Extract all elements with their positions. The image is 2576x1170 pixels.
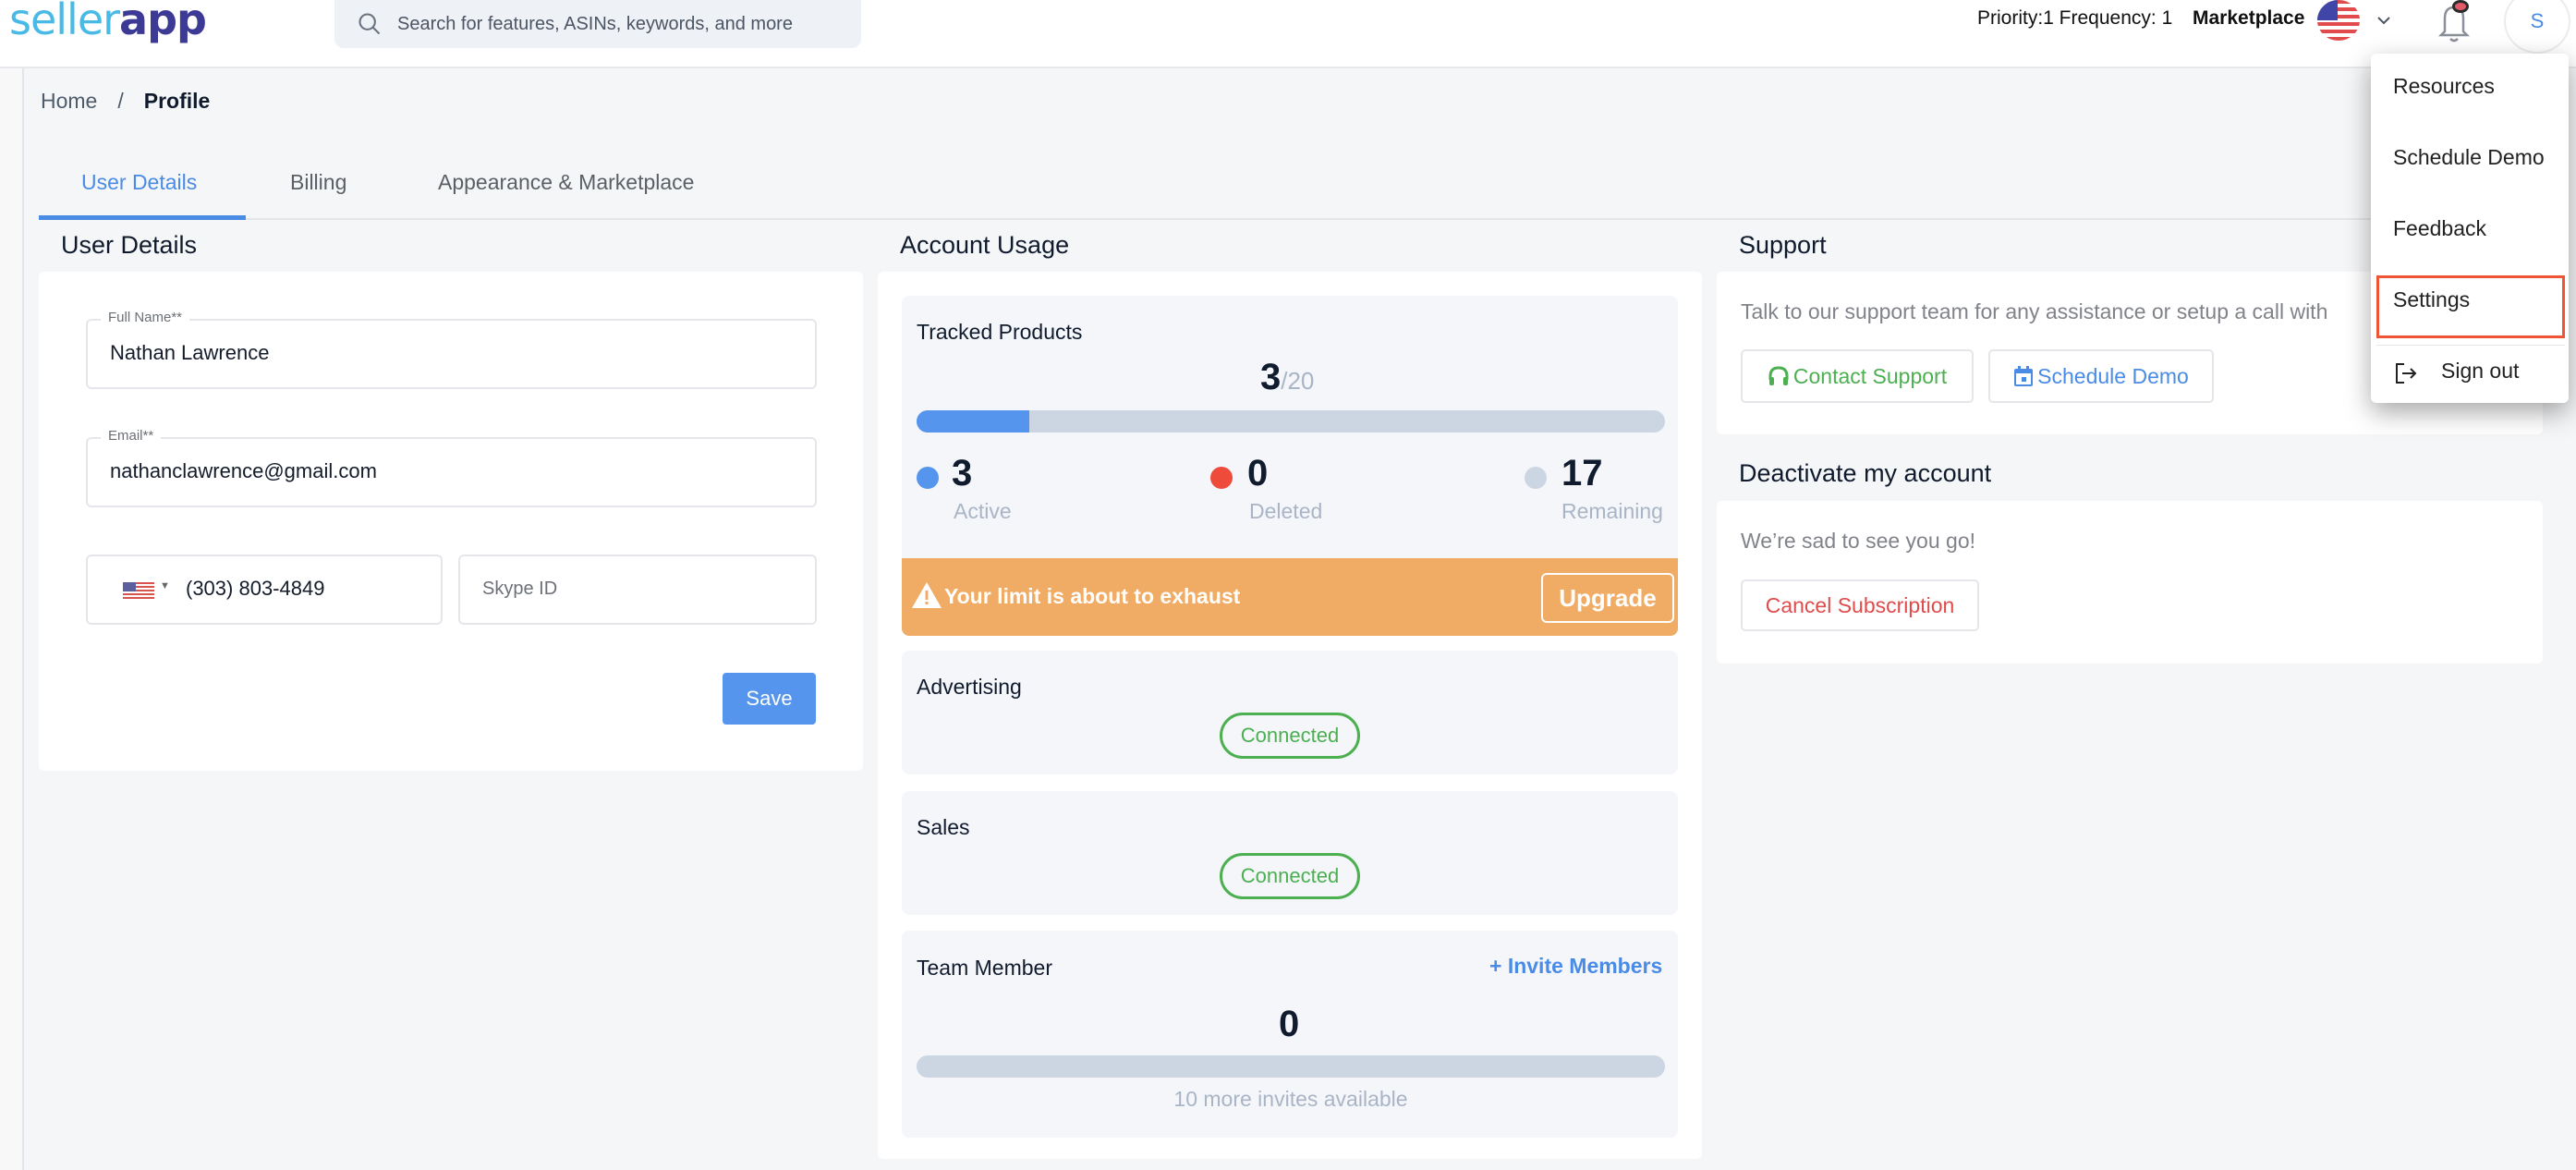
us-flag-icon[interactable] bbox=[2317, 0, 2360, 41]
marketplace-label: Marketplace bbox=[2193, 7, 2305, 29]
active-label: Active bbox=[954, 499, 1012, 523]
menu-item-sign-out[interactable]: Sign out bbox=[2441, 359, 2519, 384]
tab-appearance-marketplace[interactable]: Appearance & Marketplace bbox=[438, 170, 694, 220]
calendar-icon bbox=[2014, 366, 2034, 386]
limit-warning-text: Your limit is about to exhaust bbox=[944, 584, 1241, 608]
full-name-value: Nathan Lawrence bbox=[110, 341, 270, 364]
deleted-dot bbox=[1210, 467, 1233, 489]
email-field[interactable]: Email** nathanclawrence@gmail.com bbox=[86, 428, 817, 507]
account-usage-title: Account Usage bbox=[900, 231, 1070, 259]
advertising-status-badge: Connected bbox=[1220, 713, 1360, 759]
breadcrumb: Home / Profile bbox=[41, 89, 210, 114]
invite-members-link[interactable]: + Invite Members bbox=[1489, 954, 1662, 979]
deleted-label: Deleted bbox=[1249, 499, 1323, 523]
upgrade-button[interactable]: Upgrade bbox=[1541, 573, 1674, 623]
top-bar: sellerapp Search for features, ASINs, ke… bbox=[0, 0, 2576, 68]
sellerapp-logo[interactable]: sellerapp bbox=[9, 0, 207, 44]
tab-billing[interactable]: Billing bbox=[290, 170, 346, 220]
sign-out-icon bbox=[2396, 363, 2417, 384]
tracked-products-count: 3/20 bbox=[1260, 357, 1315, 397]
sales-status-badge: Connected bbox=[1220, 853, 1360, 899]
invites-available-text: 10 more invites available bbox=[1173, 1087, 1408, 1111]
tracked-products-progress bbox=[917, 410, 1665, 433]
active-count: 3 bbox=[952, 453, 973, 494]
menu-item-settings[interactable]: Settings bbox=[2393, 287, 2470, 312]
email-value: nathanclawrence@gmail.com bbox=[110, 459, 377, 482]
us-flag-icon[interactable] bbox=[123, 582, 154, 601]
search-input[interactable]: Search for features, ASINs, keywords, an… bbox=[334, 0, 861, 48]
deleted-count: 0 bbox=[1247, 453, 1269, 494]
skype-id-input[interactable]: Skype ID bbox=[458, 555, 817, 625]
user-menu-dropdown: Resources Schedule Demo Feedback Setting… bbox=[2371, 54, 2569, 403]
left-gutter bbox=[0, 68, 22, 1170]
menu-divider bbox=[2376, 345, 2565, 346]
deactivate-description: We’re sad to see you go! bbox=[1741, 529, 1975, 553]
cancel-subscription-button[interactable]: Cancel Subscription bbox=[1741, 579, 1979, 631]
schedule-demo-button[interactable]: Schedule Demo bbox=[1988, 349, 2214, 403]
profile-tabs: User Details Billing Appearance & Market… bbox=[39, 163, 2552, 220]
advertising-title: Advertising bbox=[917, 675, 1022, 699]
save-button[interactable]: Save bbox=[723, 673, 816, 725]
search-icon bbox=[358, 13, 381, 35]
menu-item-feedback[interactable]: Feedback bbox=[2393, 216, 2486, 241]
warning-icon bbox=[912, 582, 942, 608]
skype-id-placeholder: Skype ID bbox=[482, 579, 558, 599]
headset-icon bbox=[1768, 366, 1789, 385]
full-name-label: Full Name** bbox=[101, 310, 190, 325]
support-description: Talk to our support team for any assista… bbox=[1741, 299, 2328, 323]
menu-item-schedule-demo[interactable]: Schedule Demo bbox=[2393, 145, 2545, 170]
breadcrumb-home[interactable]: Home bbox=[41, 89, 97, 114]
tracked-products-title: Tracked Products bbox=[917, 320, 1083, 344]
support-title: Support bbox=[1739, 231, 1827, 259]
tracked-products-progress-fill bbox=[917, 410, 1029, 433]
sales-title: Sales bbox=[917, 815, 970, 839]
team-member-count: 0 bbox=[1279, 1004, 1300, 1044]
full-name-field[interactable]: Full Name** Nathan Lawrence bbox=[86, 310, 817, 389]
search-placeholder: Search for features, ASINs, keywords, an… bbox=[397, 13, 793, 34]
avatar[interactable]: S bbox=[2504, 0, 2570, 54]
notification-badge bbox=[2452, 0, 2469, 13]
breadcrumb-current: Profile bbox=[143, 89, 211, 113]
caret-down-icon[interactable]: ▼ bbox=[160, 580, 170, 591]
left-divider bbox=[22, 68, 24, 1170]
remaining-label: Remaining bbox=[1561, 499, 1663, 523]
priority-frequency: Priority:1 Frequency: 1 bbox=[1977, 7, 2173, 29]
deactivate-title: Deactivate my account bbox=[1739, 459, 1992, 487]
chevron-down-icon[interactable] bbox=[2373, 9, 2395, 31]
menu-item-resources[interactable]: Resources bbox=[2393, 74, 2495, 99]
active-dot bbox=[917, 467, 939, 489]
remaining-dot bbox=[1525, 467, 1547, 489]
limit-warning-banner: Your limit is about to exhaust Upgrade bbox=[902, 558, 1678, 636]
breadcrumb-separator: / bbox=[117, 89, 124, 113]
phone-value: (303) 803-4849 bbox=[186, 577, 325, 600]
team-member-progress bbox=[917, 1055, 1665, 1078]
phone-field[interactable]: ▼ (303) 803-4849 bbox=[86, 555, 443, 625]
user-details-title: User Details bbox=[61, 231, 198, 259]
team-member-title: Team Member bbox=[917, 956, 1052, 980]
email-label: Email** bbox=[101, 428, 162, 444]
remaining-count: 17 bbox=[1561, 453, 1603, 494]
contact-support-button[interactable]: Contact Support bbox=[1741, 349, 1974, 403]
tab-user-details[interactable]: User Details bbox=[39, 170, 246, 220]
